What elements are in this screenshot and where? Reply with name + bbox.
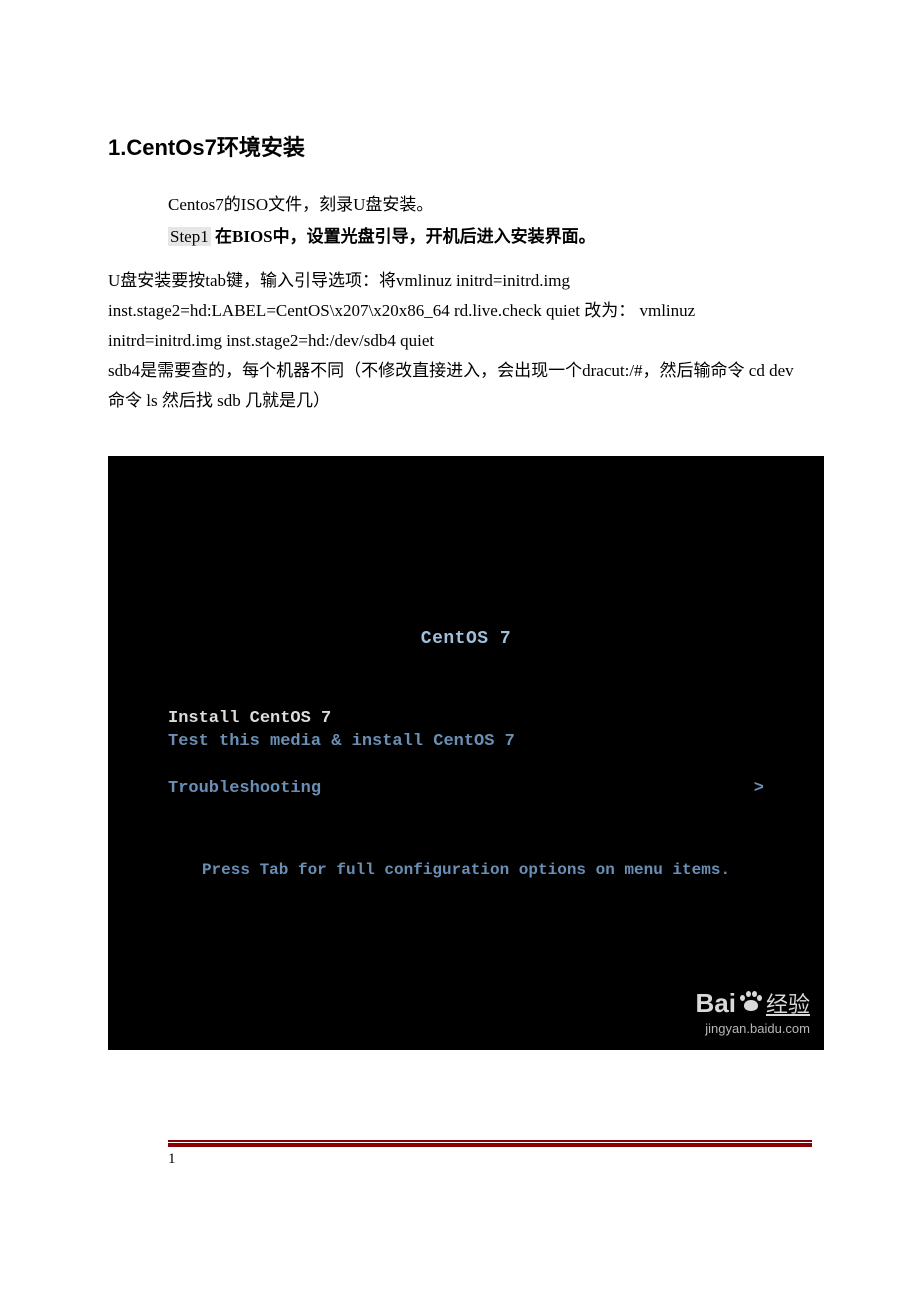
paw-icon: [740, 990, 762, 1012]
step-line: Step1 在BIOS中，设置光盘引导，开机后进入安装界面。: [168, 224, 812, 250]
step-badge: Step1: [168, 227, 211, 246]
boot-menu-install: Install CentOS 7: [168, 709, 764, 728]
intro-text: Centos7的ISO文件，刻录U盘安装。: [168, 192, 812, 218]
page-number: 1: [168, 1151, 812, 1168]
boot-menu: Install CentOS 7 Test this media & insta…: [168, 709, 764, 798]
footer-divider: [168, 1140, 812, 1147]
watermark-suffix: 经验: [766, 987, 810, 1019]
watermark-logo-text: Bai: [696, 988, 736, 1019]
boot-screenshot: CentOS 7 Install CentOS 7 Test this medi…: [108, 456, 824, 1050]
page-footer: 1: [168, 1140, 812, 1168]
boot-menu-test: Test this media & install CentOS 7: [168, 732, 764, 751]
section-heading: 1.CentOs7环境安装: [108, 130, 812, 162]
boot-menu-troubleshoot: Troubleshooting >: [168, 779, 764, 798]
instruction-paragraph-2: sdb4是需要查的，每个机器不同（不修改直接进入，会出现一个dracut:/#，…: [108, 356, 812, 416]
boot-menu-troubleshoot-label: Troubleshooting: [168, 779, 321, 798]
watermark: Bai 经验 jingyan.baidu.com: [696, 987, 810, 1036]
boot-hint: Press Tab for full configuration options…: [108, 861, 824, 879]
step-description: 在BIOS中，设置光盘引导，开机后进入安装界面。: [211, 227, 596, 246]
watermark-url: jingyan.baidu.com: [696, 1021, 810, 1036]
boot-title: CentOS 7: [108, 629, 824, 649]
instruction-paragraph-1: U盘安装要按tab键，输入引导选项：将vmlinuz initrd=initrd…: [108, 266, 812, 356]
chevron-right-icon: >: [754, 779, 764, 798]
